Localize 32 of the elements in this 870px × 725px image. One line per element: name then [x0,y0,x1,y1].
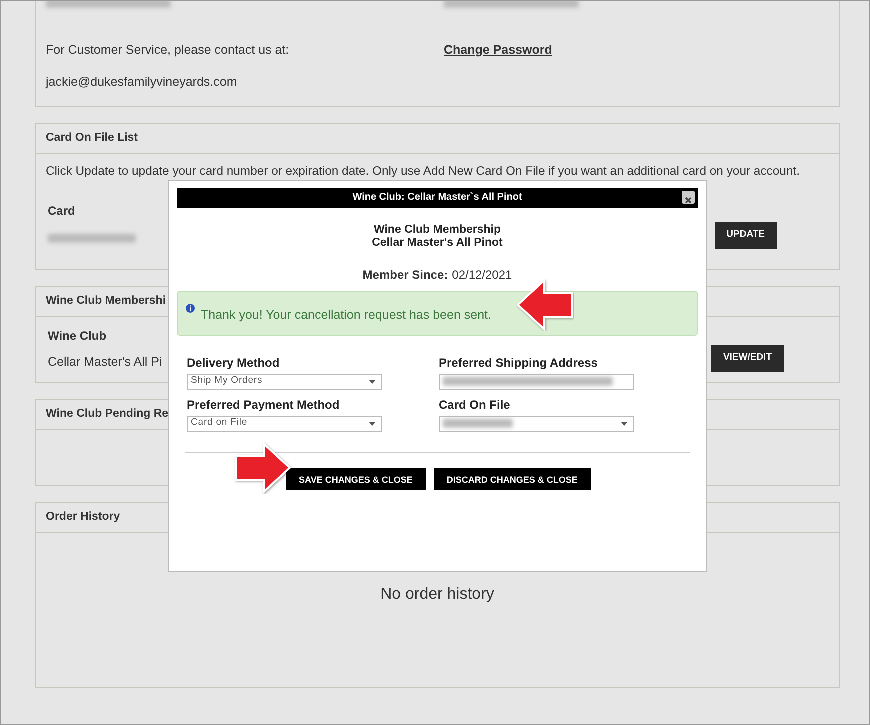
modal-heading: Cellar Master's All Pinot [371,237,504,250]
customer-service-text: For Customer Service, please contact us at: [46,42,290,59]
club-name: Cellar Master's All Pi [48,354,162,371]
dropdown[interactable]: Ship My Orders [187,374,382,390]
field-label: Delivery Method [187,354,281,372]
wine-club-label: Wine Club [48,328,108,345]
modal-title: Wine Club: Cellar Master`s All Pinot [352,192,522,203]
modal-button[interactable]: SAVE CHANGES & CLOSE [286,468,426,490]
caret-icon [369,422,376,426]
modal-button[interactable]: DISCARD CHANGES & CLOSE [434,468,591,490]
empty-message: No order history [380,586,494,603]
card-label: Card [48,202,76,220]
field-label: Preferred Payment Method [187,396,341,414]
caret-icon [369,380,376,384]
field-label: Card On File [439,396,512,414]
modal-heading: Wine Club Membership [372,224,502,237]
info-icon [186,304,195,313]
view-edit-button[interactable]: VIEW/EDIT [711,345,784,372]
member-since-label: Member Since: [362,268,448,282]
member-since-date: 02/12/2021 [452,268,512,282]
change-password-link[interactable]: Change Password [444,41,552,60]
dropdown[interactable] [439,416,634,432]
field-label: Preferred Shipping Address [439,354,599,372]
input-field[interactable] [439,374,634,390]
caret-icon [621,422,628,426]
close-icon[interactable] [682,191,695,204]
blurred-text [443,419,513,428]
description-text: Click Update to update your card number or expiration date. Only use Add New Card On File if you want an additional card on your account. [46,162,802,180]
update-button[interactable]: UPDATE [714,222,777,248]
panel-title: Card On File List [36,124,839,154]
dropdown[interactable]: Card on File [187,416,382,432]
email-text: jackie@dukesfamilyvineyards.com [46,74,238,91]
